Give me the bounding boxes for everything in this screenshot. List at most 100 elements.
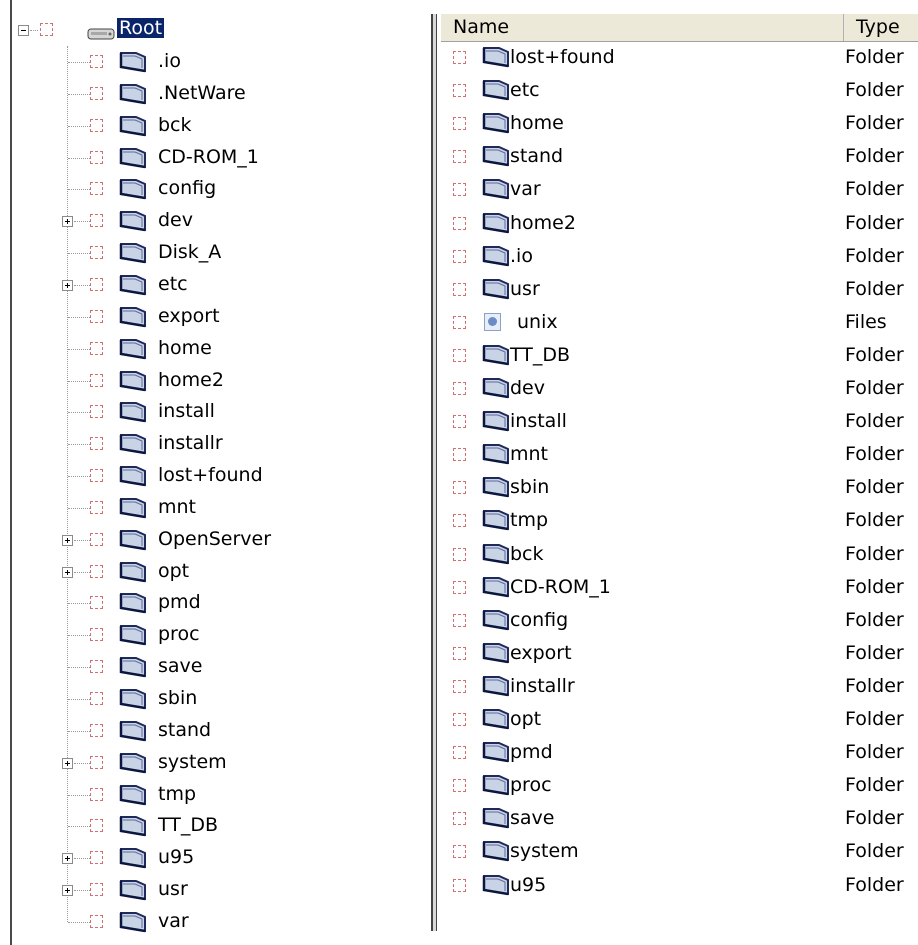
list-row[interactable]: lost+found Folder [441,42,918,73]
tree-item-checkbox[interactable] [90,150,103,164]
tree-item-checkbox[interactable] [90,86,103,100]
tree-item[interactable]: home2 [0,365,320,397]
list-row-checkbox[interactable] [453,845,466,859]
tree-root-label[interactable]: Root [117,18,165,38]
list-row[interactable]: CD-ROM_1 Folder [441,572,918,603]
list-row-checkbox[interactable] [453,216,466,230]
list-row[interactable]: install Folder [441,406,918,437]
tree-item[interactable]: TT_DB [0,810,320,842]
tree-item[interactable]: install [0,396,320,428]
list-row[interactable]: system Folder [441,836,918,867]
list-row[interactable]: TT_DB Folder [441,340,918,371]
column-header-type[interactable]: Type [844,14,918,41]
tree-item[interactable]: mnt [0,492,320,524]
list-row-checkbox[interactable] [453,183,466,197]
tree-item-checkbox[interactable] [90,214,103,228]
list-row[interactable]: home2 Folder [441,208,918,239]
tree-item[interactable]: etc [0,269,320,301]
tree-item[interactable]: installr [0,428,320,460]
list-row-checkbox[interactable] [453,150,466,164]
list-row-checkbox[interactable] [453,514,466,528]
list-row[interactable]: var Folder [441,174,918,205]
tree-item-checkbox[interactable] [90,182,103,196]
list-row-checkbox[interactable] [453,646,466,660]
list-row-checkbox[interactable] [453,117,466,131]
tree-item-checkbox[interactable] [90,819,103,833]
pane-splitter[interactable] [431,14,437,931]
tree-item-checkbox[interactable] [90,596,103,610]
list-row[interactable]: proc Folder [441,770,918,801]
tree-item[interactable]: usr [0,874,320,906]
tree-item[interactable]: .io [0,46,320,78]
tree-item-checkbox[interactable] [90,914,103,928]
list-row-checkbox[interactable] [453,878,466,892]
list-row-checkbox[interactable] [453,679,466,693]
list-row[interactable]: .io Folder [441,241,918,272]
list-row[interactable]: stand Folder [441,141,918,172]
list-row[interactable]: unix Files [441,307,918,338]
tree-item-checkbox[interactable] [90,500,103,514]
tree-item[interactable]: export [0,301,320,333]
list-row[interactable]: save Folder [441,803,918,834]
list-row-checkbox[interactable] [453,382,466,395]
tree-item-checkbox[interactable] [90,883,103,897]
file-list-pane[interactable]: Name Type lost+found Folder etc Folder home F… [441,14,918,931]
tree-item[interactable]: lost+found [0,460,320,492]
list-row[interactable]: pmd Folder [441,737,918,768]
list-row[interactable]: u95 Folder [441,870,918,901]
expand-icon[interactable] [62,534,73,546]
list-row[interactable]: dev Folder [441,373,918,404]
tree-item-checkbox[interactable] [90,787,103,801]
list-row-checkbox[interactable] [453,348,466,362]
tree-item[interactable]: opt [0,556,320,588]
expand-icon[interactable] [62,566,73,578]
list-row[interactable]: home Folder [441,108,918,139]
tree-item-checkbox[interactable] [90,660,103,674]
tree-item-checkbox[interactable] [90,118,103,132]
expand-icon[interactable] [62,853,73,865]
list-row[interactable]: sbin Folder [441,472,918,503]
list-row[interactable]: mnt Folder [441,439,918,470]
list-row[interactable]: tmp Folder [441,505,918,536]
tree-item-checkbox[interactable] [90,246,103,260]
tree-item[interactable]: config [0,173,320,205]
tree-item[interactable]: var [0,906,320,938]
list-row-checkbox[interactable] [453,481,466,495]
list-row-checkbox[interactable] [453,51,466,64]
list-row-checkbox[interactable] [453,315,466,329]
folder-tree-pane[interactable]: Root .io .NetWare bck CD-ROM_1 config dev Disk… [0,0,420,945]
expand-icon[interactable] [62,757,73,769]
list-row[interactable]: etc Folder [441,75,918,106]
tree-item[interactable]: .NetWare [0,78,320,110]
list-row[interactable]: installr Folder [441,671,918,702]
tree-item-checkbox[interactable] [90,437,103,451]
list-row-checkbox[interactable] [453,448,466,462]
tree-item[interactable]: u95 [0,842,320,874]
list-row-checkbox[interactable] [453,613,466,627]
list-row[interactable]: bck Folder [441,539,918,570]
tree-item-checkbox[interactable] [90,532,103,546]
tree-item[interactable]: pmd [0,587,320,619]
list-row-checkbox[interactable] [453,84,466,98]
list-row[interactable]: config Folder [441,605,918,636]
list-row-checkbox[interactable] [453,779,466,793]
expand-icon[interactable] [62,885,73,897]
list-row-checkbox[interactable] [453,746,466,760]
tree-item[interactable]: home [0,333,320,365]
tree-item-checkbox[interactable] [90,373,103,387]
tree-item[interactable]: dev [0,205,320,237]
tree-item[interactable]: bck [0,110,320,142]
list-row-checkbox[interactable] [453,713,466,726]
list-row-checkbox[interactable] [453,812,466,826]
tree-item-checkbox[interactable] [90,564,103,578]
tree-item-checkbox[interactable] [90,55,103,68]
column-header-name[interactable]: Name [441,14,844,41]
list-row[interactable]: opt Folder [441,704,918,735]
tree-item-checkbox[interactable] [90,723,103,737]
tree-item[interactable]: proc [0,619,320,651]
tree-item[interactable]: Disk_A [0,237,320,269]
list-row-checkbox[interactable] [453,415,466,429]
collapse-root-icon[interactable] [18,25,29,36]
tree-item-checkbox[interactable] [90,405,103,419]
tree-item-checkbox[interactable] [90,469,103,483]
